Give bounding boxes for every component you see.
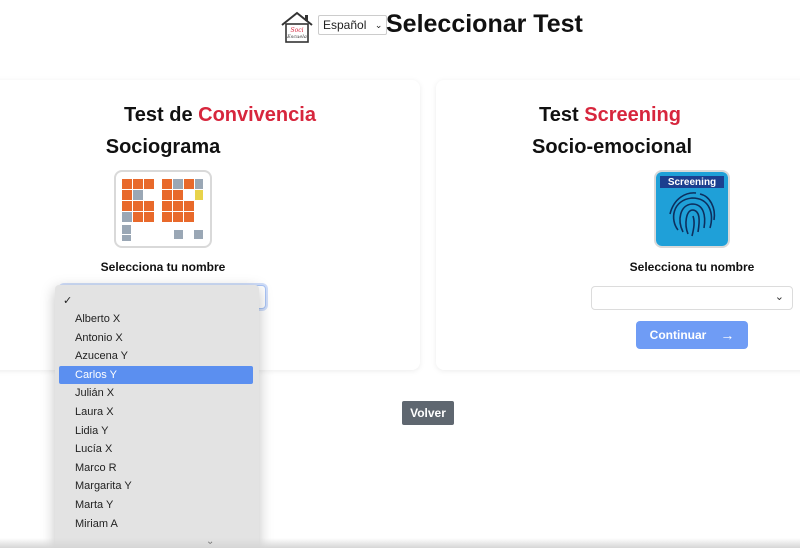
dropdown-option[interactable]: Marta Y xyxy=(59,496,253,514)
app-logo[interactable]: Soci Escuela xyxy=(279,10,315,44)
logo-text-bottom: Escuela xyxy=(286,34,307,40)
dropdown-option[interactable]: Antonio X xyxy=(59,329,253,347)
back-button[interactable]: Volver xyxy=(402,401,454,425)
select-name-label: Selecciona tu nombre xyxy=(100,260,226,274)
dropdown-option[interactable]: Miriam A xyxy=(59,515,253,533)
card-title: Test de Convivencia xyxy=(124,104,316,126)
chevron-down-icon: ⌄ xyxy=(774,291,784,303)
card-title-accent: Convivencia xyxy=(198,104,316,126)
dropdown-option[interactable]: Carlos Y xyxy=(59,365,253,384)
dropdown-option[interactable]: Marco R xyxy=(59,459,253,477)
dropdown-option[interactable]: Julián X xyxy=(59,384,253,402)
screening-image[interactable]: Screening xyxy=(654,170,730,248)
name-select[interactable]: ⌄ xyxy=(591,286,793,310)
dropdown-option[interactable]: Margarita Y xyxy=(59,477,253,495)
logo-text-top: Soci xyxy=(290,27,303,34)
card-title: Test Screening xyxy=(539,104,681,126)
card-title-accent: Screening xyxy=(584,104,681,126)
continue-label: Continuar xyxy=(649,328,707,342)
dropdown-option[interactable]: Lucía X xyxy=(59,440,253,458)
dropdown-option[interactable]: Alberto X xyxy=(59,310,253,328)
language-value: Español xyxy=(323,18,367,32)
chevron-down-icon: ⌄ xyxy=(374,20,383,30)
arrow-right-icon: → xyxy=(720,327,735,343)
card-subtitle: Socio-emocional xyxy=(531,136,693,158)
screening-image-text: Screening xyxy=(668,177,716,188)
select-name-label: Selecciona tu nombre xyxy=(629,260,755,274)
screening-test-card: Test Screening Socio-emocional Screening… xyxy=(436,80,800,370)
page-title: Seleccionar Test xyxy=(386,10,583,38)
checkmark-icon: ✓ xyxy=(63,295,73,307)
sociogram-image[interactable] xyxy=(114,170,212,248)
dropdown-option[interactable]: Lidia Y xyxy=(59,422,253,440)
header: Soci Escuela Español ⌄ Seleccionar Test xyxy=(0,8,800,44)
dropdown-option[interactable]: Azucena Y xyxy=(59,347,253,365)
bottom-shadow xyxy=(0,538,800,548)
language-select[interactable]: Español ⌄ xyxy=(318,15,388,35)
name-dropdown-list[interactable]: ✓ Alberto X Antonio X Azucena Y Carlos Y Jul… xyxy=(55,285,259,548)
dropdown-option[interactable]: Laura X xyxy=(59,403,253,421)
continue-button[interactable]: Continuar → xyxy=(636,321,748,349)
card-subtitle: Sociograma xyxy=(105,136,221,158)
